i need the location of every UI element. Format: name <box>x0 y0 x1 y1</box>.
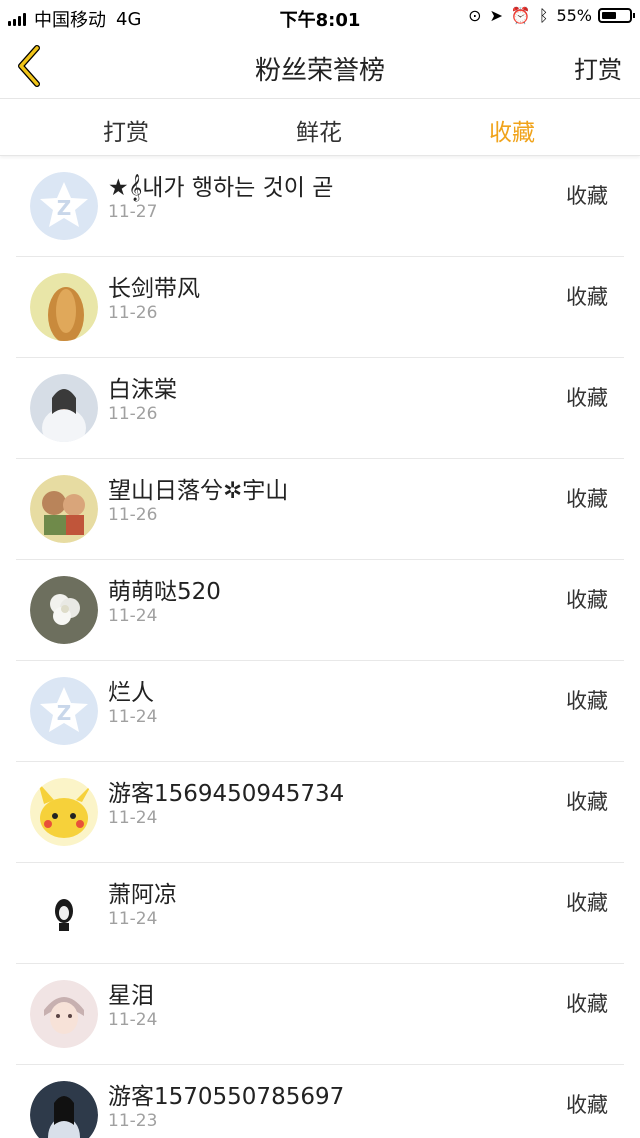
avatar <box>30 778 98 846</box>
alarm-icon: ⏰ <box>510 6 531 25</box>
list-item[interactable]: 游客1570550785697 11-23 收藏 <box>16 1065 624 1138</box>
drawing-avatar-icon <box>30 879 98 947</box>
avatar: Z <box>30 677 98 745</box>
svg-text:Z: Z <box>57 701 72 725</box>
svg-text:Z: Z <box>57 196 72 220</box>
photo-avatar-icon <box>30 980 98 1048</box>
tab-reward[interactable]: 打赏 <box>66 113 186 147</box>
battery-fill <box>602 12 616 19</box>
avatar <box>30 374 98 442</box>
fan-list: Z ★𝄞내가 행하는 것이 곧 11-27 收藏 长剑带风 11-26 收藏 白… <box>0 156 640 1138</box>
fan-date: 11-24 <box>108 808 158 828</box>
status-right: ⊙ ➤ ⏰ ᛒ 55% <box>460 6 635 25</box>
avatar <box>30 980 98 1048</box>
fan-name: 星泪 <box>108 983 154 1009</box>
fan-name: 白沫棠 <box>108 377 177 403</box>
tab-flowers[interactable]: 鲜花 <box>259 113 379 147</box>
favorite-label: 收藏 <box>566 689 608 713</box>
avatar <box>30 273 98 341</box>
nav-bar: 粉丝荣誉榜 打赏 <box>0 34 640 99</box>
page-title: 粉丝荣誉榜 <box>254 56 385 86</box>
flower-avatar-icon <box>30 576 98 644</box>
battery-icon <box>598 8 635 23</box>
fan-date: 11-26 <box>108 303 158 323</box>
fan-date: 11-24 <box>108 909 158 929</box>
bluetooth-icon: ᛒ <box>538 6 549 25</box>
qq-default-avatar-icon: Z <box>30 677 98 745</box>
location-icon: ➤ <box>489 6 503 25</box>
tab-favorites[interactable]: 收藏 <box>452 113 572 147</box>
fan-name: 游客1569450945734 <box>108 781 345 807</box>
orientation-lock-icon: ⊙ <box>468 6 482 25</box>
list-item[interactable]: 萌萌哒520 11-24 收藏 <box>16 560 624 661</box>
fan-name: 游客1570550785697 <box>108 1084 345 1110</box>
list-item[interactable]: 萧阿凉 11-24 收藏 <box>16 863 624 964</box>
favorite-label: 收藏 <box>566 386 608 410</box>
list-item[interactable]: 游客1569450945734 11-24 收藏 <box>16 762 624 863</box>
qq-default-avatar-icon: Z <box>30 172 98 240</box>
list-item[interactable]: 长剑带风 11-26 收藏 <box>16 257 624 358</box>
fan-name: 烂人 <box>108 680 154 706</box>
reward-button[interactable]: 打赏 <box>574 50 622 85</box>
fan-date: 11-26 <box>108 404 158 424</box>
favorite-label: 收藏 <box>566 184 608 208</box>
favorite-label: 收藏 <box>566 992 608 1016</box>
list-item[interactable]: Z 烂人 11-24 收藏 <box>16 661 624 762</box>
list-item[interactable]: 白沫棠 11-26 收藏 <box>16 358 624 459</box>
favorite-label: 收藏 <box>566 891 608 915</box>
cartoon-avatar-icon <box>30 475 98 543</box>
pikachu-avatar-icon <box>30 778 98 846</box>
list-item[interactable]: Z ★𝄞내가 행하는 것이 곧 11-27 收藏 <box>16 156 624 257</box>
tab-bar: 打赏 鲜花 收藏 <box>0 99 640 156</box>
fan-name: 萧阿凉 <box>108 882 177 908</box>
fan-name: 望山日落兮✲宇山 <box>108 478 289 504</box>
favorite-label: 收藏 <box>566 1093 608 1117</box>
avatar <box>30 475 98 543</box>
photo-avatar-icon <box>30 1081 98 1138</box>
fan-date: 11-24 <box>108 606 158 626</box>
list-item[interactable]: 望山日落兮✲宇山 11-26 收藏 <box>16 459 624 560</box>
fan-name: 长剑带风 <box>108 276 200 302</box>
avatar <box>30 1081 98 1138</box>
fan-date: 11-24 <box>108 707 158 727</box>
photo-avatar-icon <box>30 273 98 341</box>
status-bar: 中国移动 4G 下午8:01 ⊙ ➤ ⏰ ᛒ 55% <box>0 0 640 34</box>
page: 中国移动 4G 下午8:01 ⊙ ➤ ⏰ ᛒ 55% 粉丝荣誉榜 打赏 打赏 鲜… <box>0 0 640 1138</box>
fan-name: 萌萌哒520 <box>108 579 221 605</box>
battery-percent: 55% <box>556 6 592 25</box>
fan-date: 11-26 <box>108 505 158 525</box>
favorite-label: 收藏 <box>566 588 608 612</box>
favorite-label: 收藏 <box>566 790 608 814</box>
list-item[interactable]: 星泪 11-24 收藏 <box>16 964 624 1065</box>
avatar <box>30 879 98 947</box>
photo-avatar-icon <box>30 374 98 442</box>
fan-date: 11-23 <box>108 1111 158 1131</box>
fan-date: 11-24 <box>108 1010 158 1030</box>
avatar <box>30 576 98 644</box>
fan-name: ★𝄞내가 행하는 것이 곧 <box>108 175 334 201</box>
avatar: Z <box>30 172 98 240</box>
fan-date: 11-27 <box>108 202 158 222</box>
favorite-label: 收藏 <box>566 487 608 511</box>
favorite-label: 收藏 <box>566 285 608 309</box>
